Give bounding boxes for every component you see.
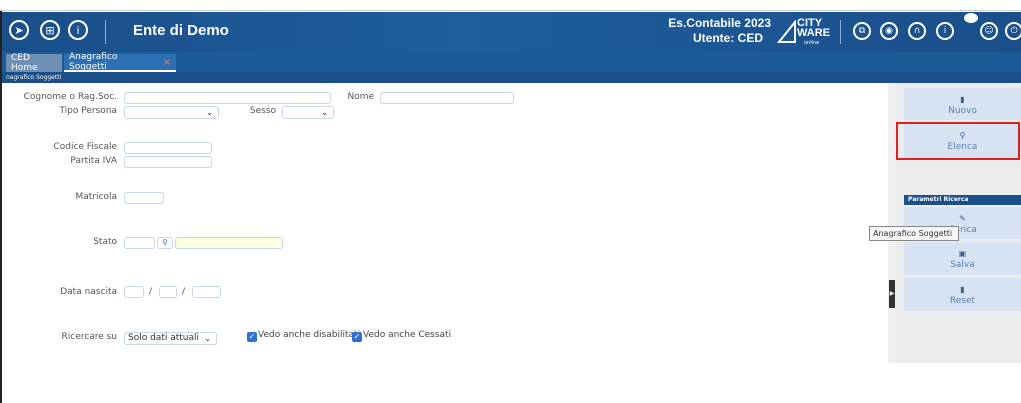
stato-label: Stato <box>93 237 117 247</box>
data-nascita-label: Data nascita <box>60 287 117 297</box>
logo-sub: online <box>804 40 820 46</box>
tab-label: CED Home <box>11 53 38 73</box>
date-separator: / <box>182 287 186 297</box>
top-strip <box>0 0 1021 11</box>
help-icon[interactable]: i <box>936 22 954 40</box>
codice-fiscale-label: Codice Fiscale <box>53 142 117 152</box>
stato-code-input[interactable] <box>124 237 155 249</box>
session-info: Es.Contabile 2023 Utente: CED <box>668 16 771 46</box>
birth-day-input[interactable] <box>124 286 144 298</box>
tab-ced-home[interactable]: CED Home <box>6 53 62 73</box>
logo-text-ware: WARE <box>797 27 830 39</box>
nome-input[interactable] <box>380 92 514 104</box>
matricola-label: Matricola <box>75 192 117 202</box>
parametri-ricerca-header: Parametri Ricerca <box>904 195 1021 205</box>
stato-description-field <box>175 237 283 249</box>
vedo-cessati-checkbox[interactable]: ✓ <box>352 332 362 342</box>
power-icon[interactable]: ⏻ <box>1005 22 1021 40</box>
ricercare-value: Solo dati attuali <box>128 333 199 343</box>
splitter-handle-icon[interactable]: ▶ <box>889 280 895 308</box>
layers-icon[interactable]: ◉ <box>880 22 898 40</box>
search-icon[interactable]: ⚲ <box>157 237 173 249</box>
salva-label: Salva <box>950 260 975 270</box>
save-icon: ▣ <box>958 249 967 258</box>
codice-fiscale-input[interactable] <box>124 142 212 154</box>
rocket-icon[interactable]: ➤ <box>9 20 29 40</box>
reset-label: Reset <box>949 296 976 306</box>
matricola-input[interactable] <box>124 192 164 204</box>
ricercare-select[interactable]: Solo dati attuali ⌄ <box>124 332 217 345</box>
notification-badge <box>964 13 978 23</box>
sesso-select[interactable]: ⌄ <box>282 106 334 119</box>
copy-icon[interactable]: ⧉ <box>853 22 871 40</box>
info-icon[interactable]: i <box>68 20 88 40</box>
vedo-disabilitati-checkbox[interactable]: ✓ <box>247 332 257 342</box>
sesso-label: Sesso <box>249 106 276 116</box>
entity-title: Ente di Demo <box>133 22 229 39</box>
breadcrumb-bar: nagrafico Soggetti <box>2 72 1021 83</box>
nome-label: Nome <box>347 92 374 102</box>
partita-iva-input[interactable] <box>124 156 212 168</box>
cognome-label: Cognome o Rag.Soc. <box>23 92 117 102</box>
date-separator: / <box>149 287 153 297</box>
panel-splitter[interactable] <box>888 83 896 363</box>
nuovo-label: Nuovo <box>948 106 977 116</box>
birth-month-input[interactable] <box>159 286 177 298</box>
fiscal-year: Es.Contabile 2023 <box>668 16 771 30</box>
tab-bar: CED Home Anagrafico Soggetti × <box>2 52 1021 73</box>
elenca-highlight <box>896 122 1020 160</box>
ricercare-label: Ricercare su <box>61 332 118 342</box>
tipo-persona-label: Tipo Persona <box>59 106 117 116</box>
vedo-cessati-label: Vedo anche Cessati <box>363 330 452 340</box>
apps-grid-icon[interactable]: ⊞ <box>40 20 60 40</box>
tooltip: Anagrafico Soggetti <box>869 226 959 241</box>
nuovo-button[interactable]: ▮ Nuovo <box>904 88 1021 120</box>
chevron-down-icon: ⌄ <box>321 108 328 117</box>
tab-anagrafico-soggetti[interactable]: Anagrafico Soggetti × <box>64 52 176 72</box>
logo-mark-icon <box>777 20 796 43</box>
header-divider <box>105 20 106 44</box>
close-tab-icon[interactable]: × <box>163 57 171 68</box>
file-icon: ▮ <box>960 95 965 104</box>
salva-button[interactable]: ▣ Salva <box>904 242 1021 275</box>
chevron-down-icon: ⌄ <box>204 334 211 343</box>
breadcrumb: nagrafico Soggetti <box>6 74 62 81</box>
cityware-logo: CITY WARE online <box>777 18 830 46</box>
user-icon[interactable]: ☺ <box>980 22 998 40</box>
headset-icon[interactable]: ∩ <box>908 22 926 40</box>
birth-year-input[interactable] <box>192 286 221 298</box>
file-icon: ▮ <box>960 285 965 294</box>
reset-button[interactable]: ▮ Reset <box>904 278 1021 311</box>
header-divider-right <box>840 20 841 44</box>
chevron-down-icon: ⌄ <box>206 108 213 117</box>
user-label: Utente: CED <box>692 31 763 45</box>
tab-label: Anagrafico Soggetti <box>69 52 118 72</box>
vedo-disabilitati-label: Vedo anche disabilitati <box>258 330 361 340</box>
app-header: ➤ ⊞ i Ente di Demo Es.Contabile 2023 Ute… <box>2 12 1021 52</box>
load-icon: ✎ <box>959 214 966 223</box>
tipo-persona-select[interactable]: ⌄ <box>124 106 219 119</box>
cognome-input[interactable] <box>124 92 331 104</box>
partita-iva-label: Partita IVA <box>70 156 117 166</box>
